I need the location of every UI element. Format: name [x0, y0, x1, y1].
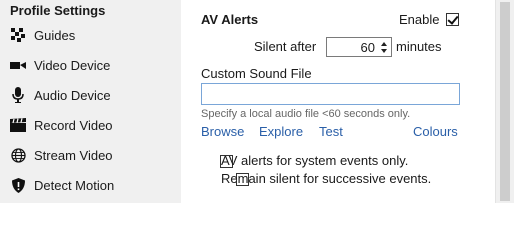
arrow-up-icon[interactable] [381, 42, 387, 46]
test-link[interactable]: Test [319, 124, 343, 139]
colours-link[interactable]: Colours [413, 124, 458, 139]
guides-icon [10, 27, 26, 43]
enable-checkbox[interactable] [446, 13, 459, 26]
sidebar-item-detect-motion[interactable]: Detect Motion [10, 174, 178, 196]
spinner-arrows[interactable] [378, 38, 391, 56]
explore-link[interactable]: Explore [259, 124, 303, 139]
microphone-icon [10, 87, 26, 103]
sidebar-item-guides[interactable]: Guides [10, 24, 178, 46]
silent-after-spinner[interactable]: 60 [326, 37, 392, 57]
silent-after-label: Silent after [254, 39, 317, 54]
sidebar-item-label: Record Video [34, 117, 113, 133]
scrollbar-thumb[interactable] [500, 2, 510, 201]
hint-text: Specify a local audio file <60 seconds o… [201, 108, 411, 120]
silent-after-value: 60 [360, 40, 375, 55]
sidebar-item-label: Guides [34, 27, 76, 43]
sidebar-title: Profile Settings [10, 3, 106, 18]
section-title: AV Alerts [201, 12, 259, 27]
globe-icon [10, 147, 26, 163]
sidebar-item-label: Audio Device [34, 87, 111, 103]
minutes-label: minutes [396, 39, 442, 54]
sidebar-item-label: Video Device [34, 57, 111, 73]
sidebar-item-stream-video[interactable]: Stream Video [10, 144, 178, 166]
sidebar-item-video-device[interactable]: Video Device [10, 54, 178, 76]
sidebar: Profile Settings Guides Video Device Aud… [0, 0, 181, 203]
custom-sound-file-input[interactable] [201, 83, 460, 105]
arrow-down-icon[interactable] [381, 49, 387, 53]
enable-label: Enable [399, 12, 440, 27]
sidebar-item-audio-device[interactable]: Audio Device [10, 84, 178, 106]
shield-icon [10, 177, 26, 193]
remain-silent-label: Remain silent for successive events. [221, 171, 432, 186]
custom-sound-label: Custom Sound File [201, 66, 312, 81]
vertical-scrollbar[interactable] [495, 0, 514, 203]
system-events-only-label: AV alerts for system events only. [221, 153, 409, 168]
sidebar-item-record-video[interactable]: Record Video [10, 114, 178, 136]
av-alerts-panel: AV Alerts Enable Silent after 60 minutes… [181, 0, 495, 203]
sidebar-item-label: Detect Motion [34, 177, 115, 193]
browse-link[interactable]: Browse [201, 124, 244, 139]
sidebar-item-label: Stream Video [34, 147, 113, 163]
clapperboard-icon [10, 117, 26, 133]
video-camera-icon [10, 57, 26, 73]
